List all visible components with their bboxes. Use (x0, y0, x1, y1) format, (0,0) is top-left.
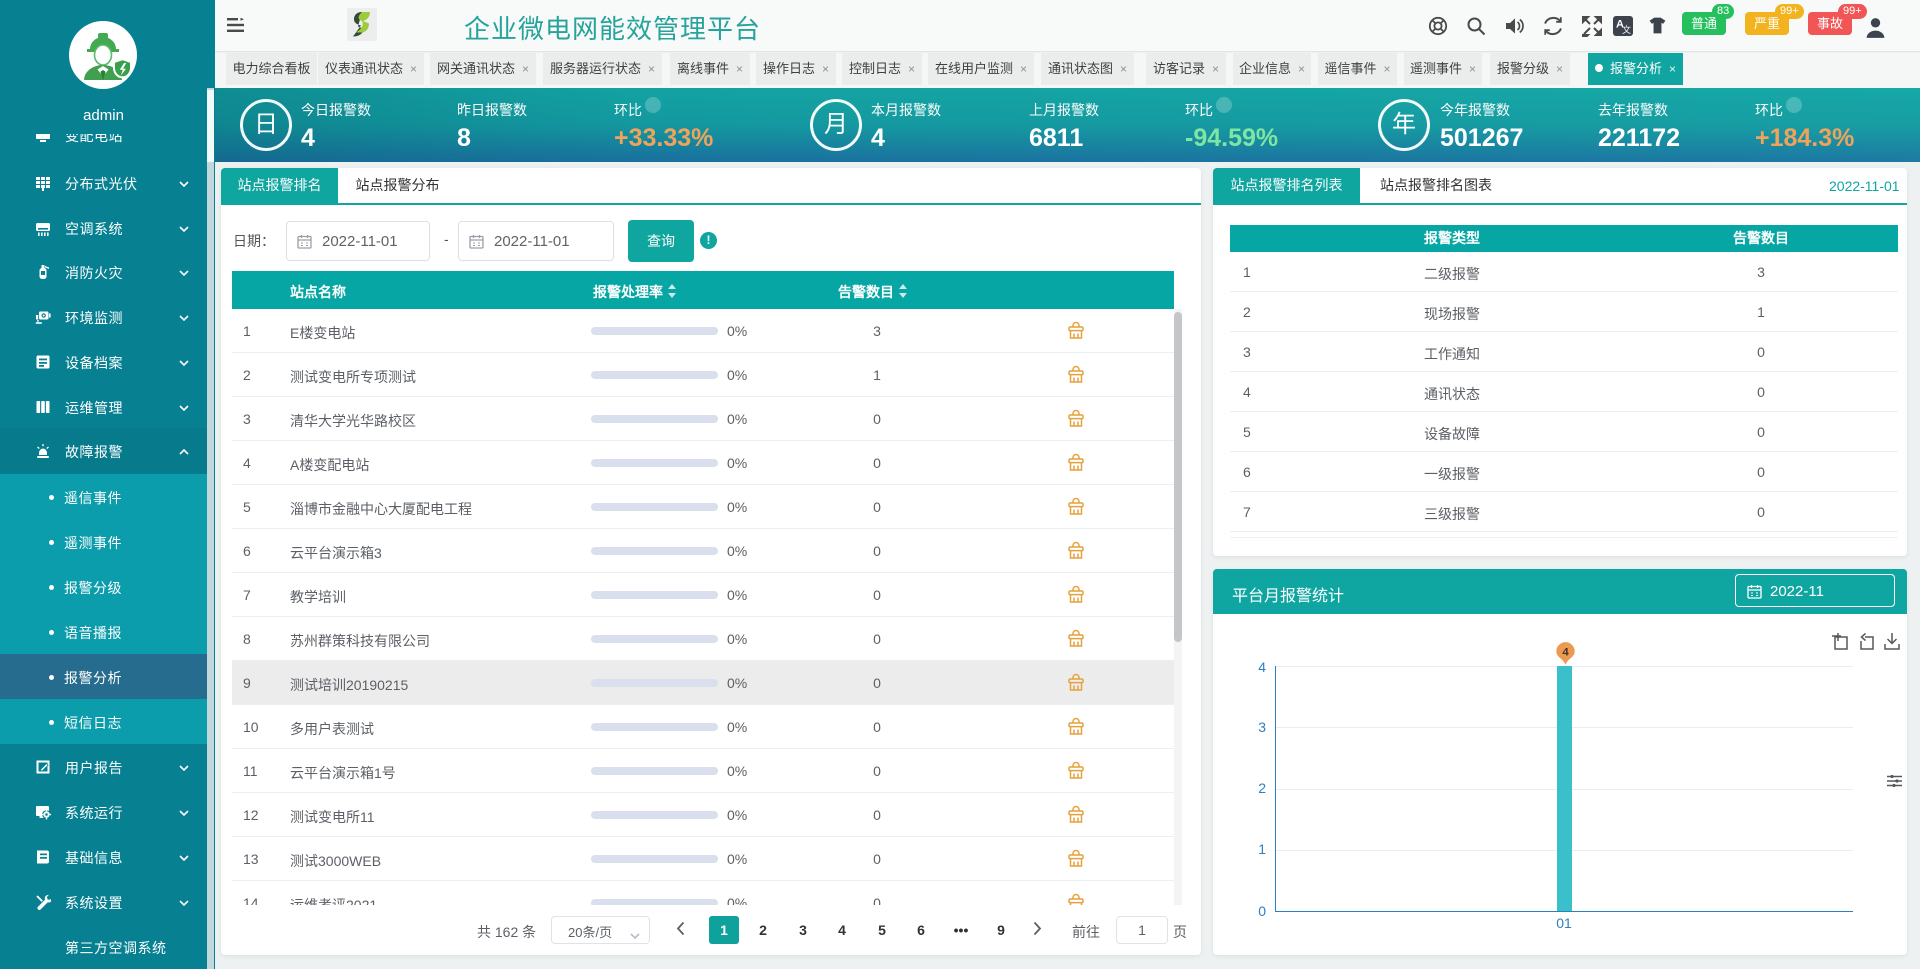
svg-text:文: 文 (1622, 24, 1631, 35)
svg-text:4: 4 (1562, 646, 1569, 658)
